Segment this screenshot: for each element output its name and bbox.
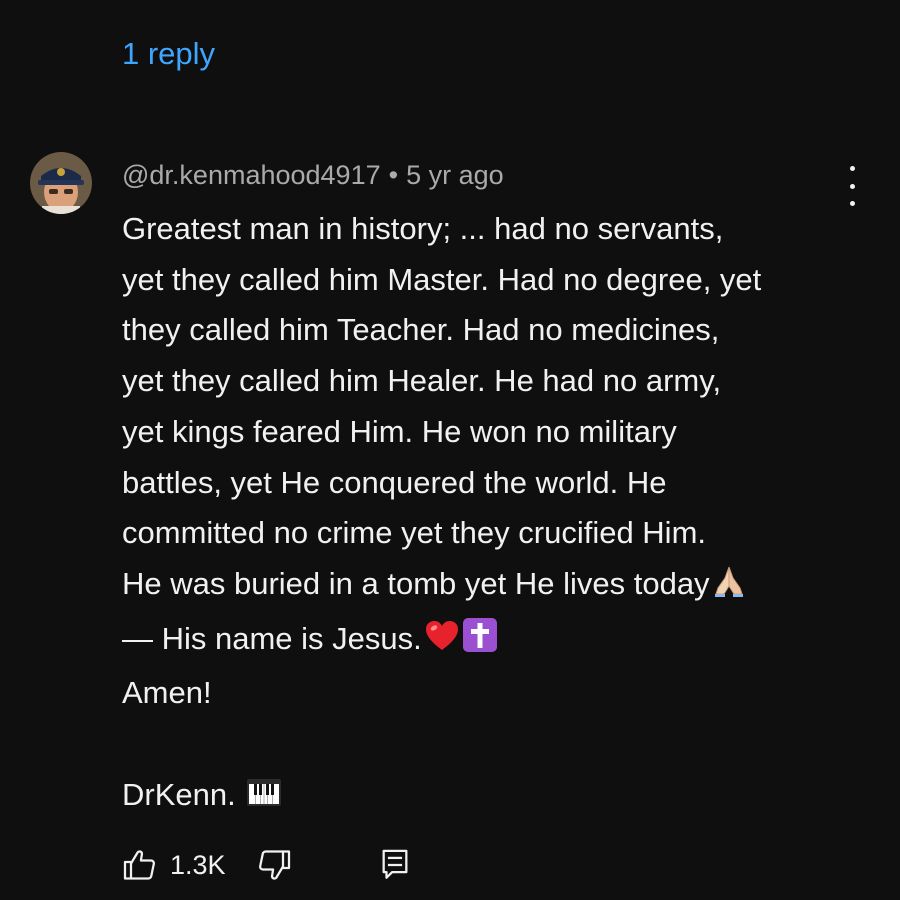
avatar[interactable] bbox=[30, 152, 92, 214]
comment-actions: 1.3K bbox=[122, 842, 410, 888]
comment-line: they called him Teacher. Had no medicine… bbox=[122, 312, 720, 348]
author-handle[interactable]: @dr.kenmahood4917 bbox=[122, 160, 381, 190]
comment-line-row: He was buried in a tomb yet He lives tod… bbox=[122, 559, 862, 614]
comment-line-row: — His name is Jesus. bbox=[122, 614, 862, 669]
comment-line: yet kings feared Him. He won no military bbox=[122, 413, 677, 449]
comment-line: committed no crime yet they crucified Hi… bbox=[122, 515, 707, 551]
thumbs-up-icon[interactable] bbox=[122, 847, 158, 883]
comment-line: yet they called him Healer. He had no ar… bbox=[122, 363, 722, 399]
red-heart-emoji bbox=[424, 618, 460, 669]
header-separator: • bbox=[388, 160, 399, 190]
comment-header: @dr.kenmahood4917 • 5 yr ago bbox=[122, 160, 504, 191]
folded-hands-emoji bbox=[712, 563, 746, 614]
like-count: 1.3K bbox=[170, 849, 226, 880]
comment-line: yet they called him Master. Had no degre… bbox=[122, 261, 762, 297]
comment-line: Greatest man in history; ... had no serv… bbox=[122, 211, 724, 246]
comment-text: Greatest man in history; ... had no serv… bbox=[122, 204, 862, 824]
comment-line: He was buried in a tomb yet He lives tod… bbox=[122, 565, 710, 601]
reply-comment-icon[interactable] bbox=[380, 848, 410, 882]
comment-line: DrKenn. bbox=[122, 776, 236, 812]
comment-line: battles, yet He conquered the world. He bbox=[122, 464, 667, 500]
comment-line: Amen! bbox=[122, 675, 212, 711]
latin-cross-emoji bbox=[462, 617, 498, 669]
comment-line-row: DrKenn. bbox=[122, 770, 862, 825]
musical-keyboard-emoji bbox=[246, 774, 282, 825]
replies-toggle[interactable]: 1 reply bbox=[122, 36, 215, 72]
comment-line: — His name is Jesus. bbox=[122, 620, 422, 656]
more-vert-icon[interactable] bbox=[840, 166, 864, 206]
comment-timestamp[interactable]: 5 yr ago bbox=[406, 160, 504, 190]
thumbs-down-icon[interactable] bbox=[256, 847, 292, 883]
